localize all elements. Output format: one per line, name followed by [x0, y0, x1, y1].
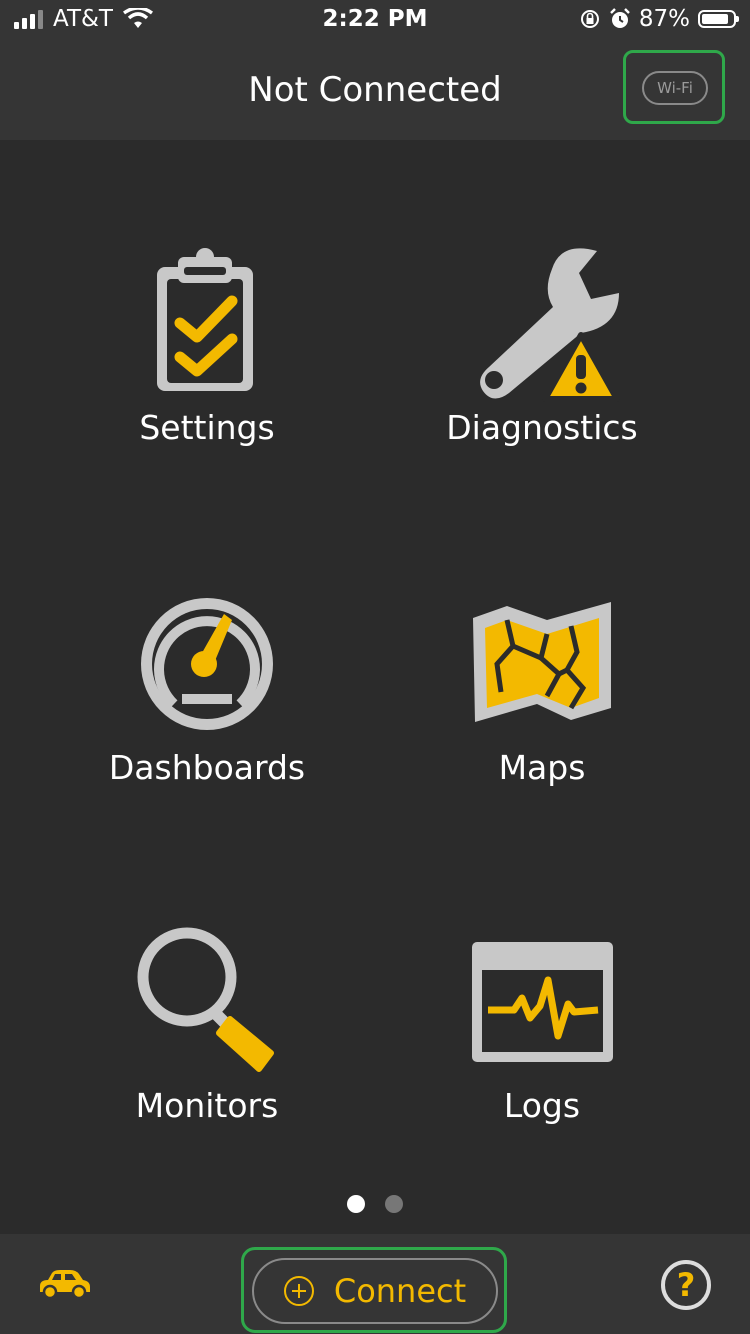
settings-tile[interactable]: Settings: [57, 245, 357, 455]
logs-label: Logs: [503, 1086, 581, 1125]
log-waveform-icon: [471, 942, 613, 1062]
status-right: 87%: [579, 6, 739, 32]
bottom-bar: Connect ?: [0, 1234, 750, 1334]
help-button[interactable]: ?: [661, 1260, 711, 1310]
header: Not Connected Wi-Fi: [0, 40, 750, 140]
connect-button[interactable]: Connect: [252, 1258, 498, 1324]
connect-button-highlight: Connect: [241, 1247, 507, 1333]
plus-icon: [283, 1276, 314, 1306]
maps-label: Maps: [498, 748, 586, 787]
page-indicator[interactable]: [0, 1195, 750, 1213]
magnifier-icon: [137, 927, 274, 1072]
gauge-icon: [141, 598, 273, 730]
status-bar: AT&T 2:22 PM 87%: [0, 0, 750, 40]
page-dot[interactable]: [385, 1195, 403, 1213]
connect-label: Connect: [333, 1272, 467, 1310]
logs-tile[interactable]: Logs: [392, 940, 692, 1130]
maps-tile[interactable]: Maps: [392, 600, 692, 792]
diagnostics-label: Diagnostics: [446, 408, 638, 447]
wifi-button[interactable]: Wi-Fi: [642, 71, 708, 105]
battery-percent: 87%: [638, 6, 690, 32]
alarm-icon: [610, 8, 630, 28]
monitors-label: Monitors: [135, 1086, 279, 1125]
rotation-lock-icon: [580, 10, 599, 28]
battery-fill: [702, 14, 729, 24]
clipboard-check-icon: [157, 248, 253, 391]
battery-icon: [698, 10, 739, 28]
map-icon: [473, 602, 611, 722]
dashboards-tile[interactable]: Dashboards: [57, 592, 357, 792]
diagnostics-tile[interactable]: Diagnostics: [392, 245, 692, 455]
page-dot[interactable]: [347, 1195, 365, 1213]
wifi-button-highlight: Wi-Fi: [623, 50, 725, 124]
dashboards-label: Dashboards: [108, 748, 306, 787]
car-icon[interactable]: [36, 1270, 92, 1300]
wrench-warning-icon: [480, 248, 620, 402]
monitors-tile[interactable]: Monitors: [57, 925, 357, 1130]
settings-label: Settings: [139, 408, 275, 447]
